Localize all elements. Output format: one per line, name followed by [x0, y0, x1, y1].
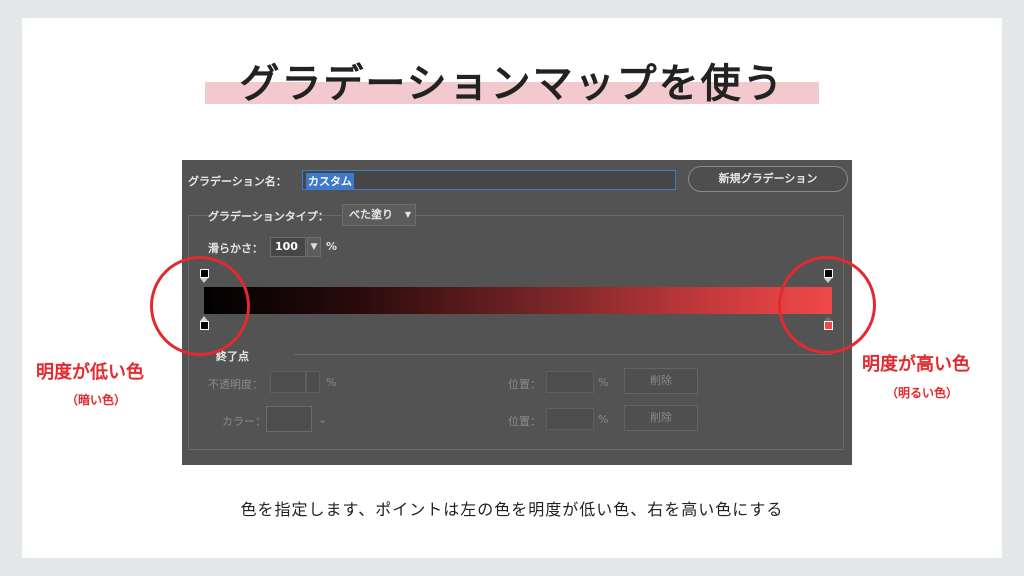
chevron-down-icon: ▼: [404, 210, 411, 219]
gradient-type-select[interactable]: べた塗り ▼: [342, 204, 416, 226]
annotation-dark-sub: （暗い色）: [66, 393, 127, 407]
stops-divider: [294, 354, 832, 355]
gradient-editor-panel: グラデーション名： カスタム 新規グラデーション グラデーションタイプ： べた塗…: [182, 160, 852, 465]
gradient-preview-bar[interactable]: [204, 287, 832, 314]
smoothness-label: 滑らかさ：: [208, 242, 263, 255]
location-input-opacity[interactable]: [546, 371, 594, 393]
caption-text: 色を指定します、ポイントは左の色を明度が低い色、右を高い色にする: [240, 500, 784, 519]
annotation-light-sub: （明るい色）: [886, 386, 959, 400]
delete-color-stop-button[interactable]: 削除: [624, 405, 698, 431]
location-unit-color: %: [598, 413, 609, 426]
location-label-opacity: 位置：: [508, 378, 541, 391]
opacity-dropdown[interactable]: [306, 371, 320, 393]
chevron-down-icon: ⌄: [318, 413, 328, 426]
smoothness-unit: %: [326, 240, 338, 253]
location-input-color[interactable]: [546, 408, 594, 430]
smoothness-dropdown[interactable]: ▼: [307, 237, 321, 257]
page-title: グラデーションマップを使う: [239, 61, 785, 107]
new-gradient-button[interactable]: 新規グラデーション: [688, 166, 848, 192]
title-block: グラデーションマップを使う: [205, 56, 819, 112]
annotation-light-color: 明度が高い色: [862, 354, 970, 375]
annotation-dark-color: 明度が低い色: [36, 362, 144, 383]
color-swatch-field[interactable]: [266, 406, 312, 432]
highlight-circle-right: [778, 256, 876, 354]
highlight-circle-left: [150, 256, 250, 356]
opacity-unit: %: [326, 376, 337, 389]
gradient-name-value: カスタム: [306, 173, 354, 189]
opacity-label: 不透明度：: [208, 378, 263, 391]
color-label: カラー：: [222, 415, 266, 428]
gradient-name-input[interactable]: カスタム: [302, 170, 676, 190]
gradient-type-value: べた塗り: [349, 208, 393, 221]
chevron-down-icon: ▼: [310, 242, 318, 252]
location-unit-opacity: %: [598, 376, 609, 389]
location-label-color: 位置：: [508, 415, 541, 428]
gradient-name-label: グラデーション名：: [188, 175, 287, 188]
gradient-type-label: グラデーションタイプ：: [208, 210, 329, 223]
opacity-input[interactable]: [270, 371, 306, 393]
delete-opacity-stop-button[interactable]: 削除: [624, 368, 698, 394]
smoothness-input[interactable]: 100: [270, 237, 306, 257]
